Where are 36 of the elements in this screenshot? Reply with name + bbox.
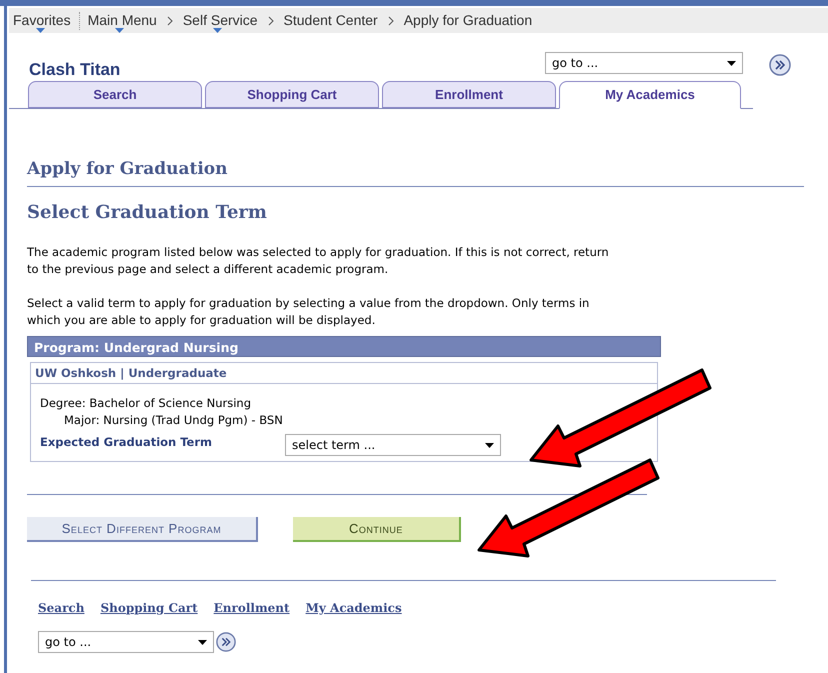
instruction-text: Select a valid term to apply for graduation by selecting a value from the dropdown. Only terms in which you are able to apply for graduation will be displayed. — [27, 294, 590, 328]
breadcrumb-link[interactable]: Student Center — [284, 10, 378, 31]
breadcrumb-link[interactable]: Main Menu — [88, 10, 157, 31]
dropdown-caret-icon — [727, 60, 736, 66]
institution-label: UW Oshkosh | Undergraduate — [31, 362, 657, 384]
continue-button[interactable]: Continue — [293, 517, 461, 542]
breadcrumb-link[interactable]: Apply for Graduation — [404, 10, 532, 31]
chevron-right-icon — [388, 16, 394, 26]
chevron-right-icon — [268, 16, 274, 26]
degree-text: Degree: Bachelor of Science Nursing — [40, 394, 252, 412]
chevron-right-icon — [166, 16, 173, 26]
tab[interactable]: Enrollment — [382, 81, 556, 108]
instruction-text: The academic program listed below was selected to apply for graduation. If this is not correct, return to the previous page and select a different academic program. — [27, 244, 610, 278]
tab[interactable]: Shopping Cart — [205, 81, 379, 108]
major-text: Major: Nursing (Trad Undg Pgm) - BSN — [63, 412, 284, 429]
dropdown-caret-icon — [198, 640, 207, 644]
select-program-button[interactable]: Select Different Program — [27, 517, 258, 542]
footer-link[interactable]: Search — [38, 599, 84, 617]
student-name: Clash Titan — [29, 59, 122, 81]
dropdown-caret-icon — [485, 442, 494, 448]
footer-link[interactable]: My Academics — [306, 599, 402, 617]
tab[interactable]: Search — [28, 81, 202, 108]
footer-link[interactable]: Shopping Cart — [100, 599, 198, 617]
footer-link[interactable]: Enrollment — [214, 599, 290, 617]
breadcrumb-link[interactable]: Favorites — [13, 10, 71, 31]
goto-dropdown[interactable]: go to ... — [545, 52, 743, 74]
breadcrumb-link[interactable]: Self Service — [182, 10, 258, 31]
goto-dropdown[interactable]: go to ... — [38, 631, 214, 653]
term-label: Expected Graduation Term — [40, 434, 214, 452]
term-dropdown[interactable]: select term ... — [285, 434, 501, 456]
page-title: Apply for Graduation — [27, 157, 804, 186]
program-header: Program: Undergrad Nursing — [27, 336, 661, 356]
go-icon[interactable] — [216, 632, 236, 652]
tab[interactable]: My Academics — [559, 81, 741, 109]
go-icon[interactable] — [769, 54, 791, 76]
section-title: Select Graduation Term — [27, 200, 268, 224]
